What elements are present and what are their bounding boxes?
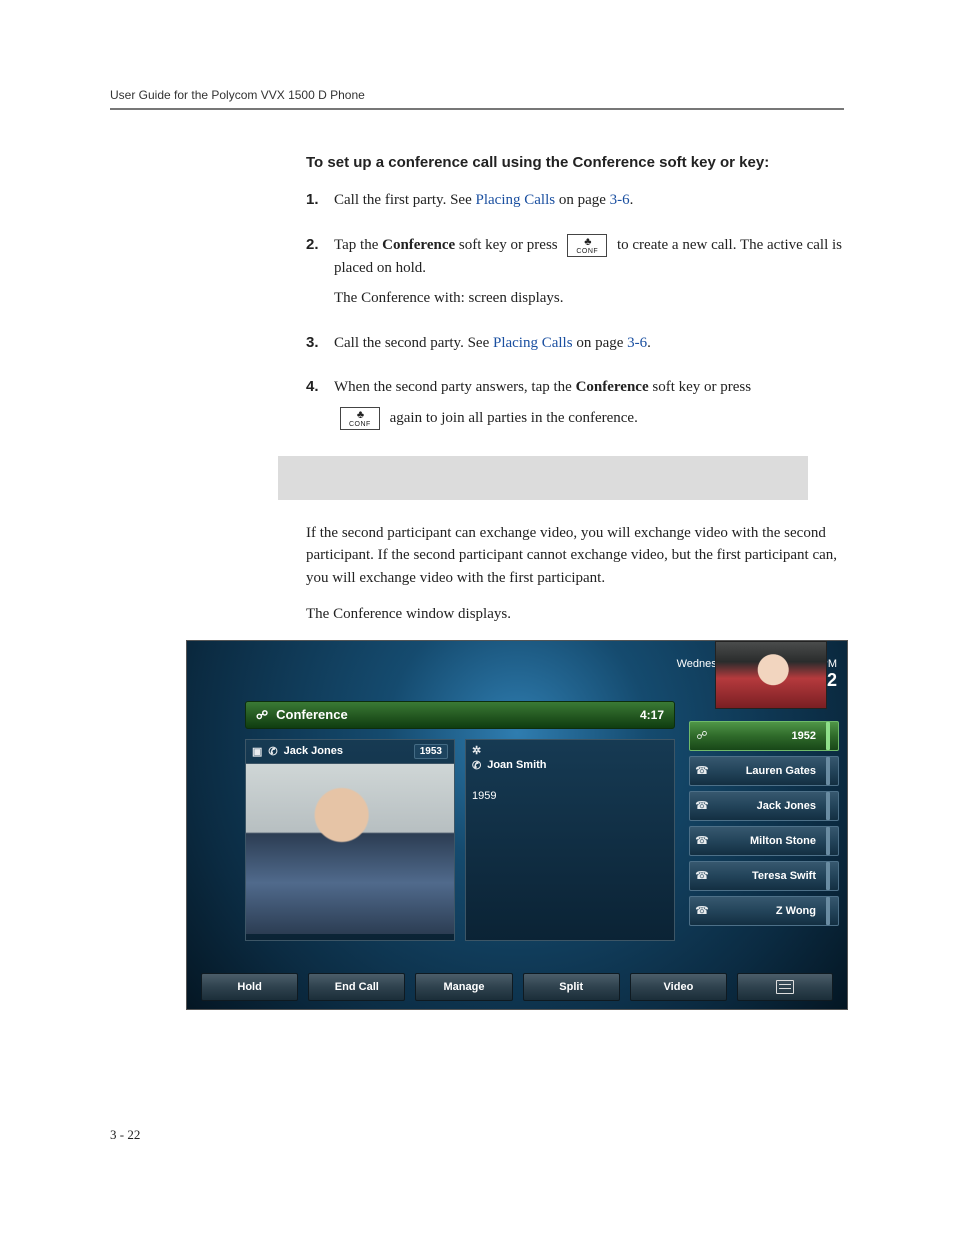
line-key[interactable]: ☎ Teresa Swift: [689, 861, 839, 891]
step-text: The Conference with: screen displays.: [334, 287, 844, 310]
conference-icon: ☍: [694, 729, 710, 742]
status-bar-icon: [826, 722, 830, 750]
line-key[interactable]: ☎ Lauren Gates: [689, 756, 839, 786]
softkey-split[interactable]: Split: [523, 973, 620, 1001]
line-key-label: Lauren Gates: [716, 765, 816, 777]
section-title: To set up a conference call using the Co…: [306, 154, 844, 171]
step-4: 4. When the second party answers, tap th…: [306, 376, 844, 438]
step-3: 3. Call the second party. See Placing Ca…: [306, 332, 844, 363]
call-header-title: Conference: [276, 707, 348, 722]
body-paragraph: If the second participant can exchange v…: [306, 522, 844, 590]
link-placing-calls[interactable]: Placing Calls: [476, 192, 556, 208]
step-number: 2.: [306, 234, 334, 257]
softkey-menu[interactable]: [737, 973, 833, 1001]
status-bar-icon: [826, 897, 830, 925]
link-page-ref[interactable]: 3-6: [627, 335, 647, 351]
conf-key-label: CONF: [349, 421, 371, 428]
step-text: Call the second party. See: [334, 335, 493, 351]
step-text: soft key or press: [455, 237, 561, 253]
step-text: Tap the: [334, 237, 382, 253]
step-2: 2. Tap the Conference soft key or press …: [306, 234, 844, 318]
softkey-hold[interactable]: Hold: [201, 973, 298, 1001]
step-number: 1.: [306, 189, 334, 212]
step-text-bold: Conference: [576, 379, 649, 395]
line-key-label: Teresa Swift: [716, 870, 816, 882]
hd-icon: ✲: [472, 744, 481, 757]
line-key-label: Jack Jones: [716, 800, 816, 812]
people-icon: ♣: [357, 410, 363, 421]
softkey-end-call[interactable]: End Call: [308, 973, 405, 1001]
contact-icon: ☎: [694, 764, 710, 777]
line-key-active[interactable]: ☍ 1952: [689, 721, 839, 751]
line-key[interactable]: ☎ Z Wong: [689, 896, 839, 926]
participant-panel[interactable]: ▣ ✆ Jack Jones 1953: [245, 739, 455, 941]
participant-extension: 1953: [414, 744, 448, 759]
step-text: on page: [573, 335, 628, 351]
softkey-manage[interactable]: Manage: [415, 973, 512, 1001]
step-number: 3.: [306, 332, 334, 355]
participant-panel[interactable]: ✲ ✆ Joan Smith 1959: [465, 739, 675, 941]
step-number: 4.: [306, 376, 334, 399]
link-placing-calls[interactable]: Placing Calls: [493, 335, 573, 351]
status-bar-icon: [826, 757, 830, 785]
note-box: [278, 456, 808, 500]
running-header: User Guide for the Polycom VVX 1500 D Ph…: [110, 88, 844, 110]
status-bar-icon: [826, 792, 830, 820]
page-number: 3 - 22: [110, 1127, 140, 1143]
hd-icon: ▣: [252, 745, 262, 758]
conf-key-label: CONF: [576, 248, 598, 255]
step-text: When the second party answers, tap the: [334, 379, 576, 395]
menu-icon: [776, 980, 794, 994]
step-1: 1. Call the first party. See Placing Cal…: [306, 189, 844, 220]
line-key[interactable]: ☎ Jack Jones: [689, 791, 839, 821]
step-list: 1. Call the first party. See Placing Cal…: [306, 189, 844, 438]
contact-icon: ☎: [694, 799, 710, 812]
step-text: again to join all parties in the confere…: [390, 410, 638, 426]
phone-screenshot: Wednesday, February 4 1:44 PM 1952 ☍ Con…: [186, 640, 848, 1010]
line-key-label: Z Wong: [716, 905, 816, 917]
conf-key: ♣ CONF: [567, 234, 607, 257]
contact-icon: ☎: [694, 834, 710, 847]
step-text: soft key or press: [649, 379, 751, 395]
step-text: Call the first party. See: [334, 192, 476, 208]
conference-icon: ☍: [256, 708, 268, 722]
line-key-label: 1952: [716, 730, 816, 742]
step-text: on page: [555, 192, 610, 208]
step-text-bold: Conference: [382, 237, 455, 253]
handset-icon: ✆: [472, 759, 481, 772]
line-key-label: Milton Stone: [716, 835, 816, 847]
participant-name: Jack Jones: [284, 745, 343, 757]
step-text: .: [647, 335, 651, 351]
handset-icon: ✆: [268, 745, 277, 758]
contact-icon: ☎: [694, 869, 710, 882]
participant-video: [246, 763, 454, 934]
call-duration: 4:17: [640, 708, 664, 722]
people-icon: ♣: [584, 237, 590, 248]
participant-name: Joan Smith: [487, 759, 546, 771]
status-bar-icon: [826, 862, 830, 890]
call-header: ☍ Conference 4:17: [245, 701, 675, 729]
line-key[interactable]: ☎ Milton Stone: [689, 826, 839, 856]
softkey-video[interactable]: Video: [630, 973, 727, 1001]
conf-key: ♣ CONF: [340, 407, 380, 430]
step-text: .: [630, 192, 634, 208]
link-page-ref[interactable]: 3-6: [610, 192, 630, 208]
line-list: ☍ 1952 ☎ Lauren Gates ☎ Jack Jones: [687, 715, 847, 926]
participant-extension: 1959: [472, 790, 496, 802]
body-paragraph: The Conference window displays.: [306, 603, 844, 626]
status-bar-icon: [826, 827, 830, 855]
contact-icon: ☎: [694, 904, 710, 917]
self-view-video: [715, 641, 827, 709]
